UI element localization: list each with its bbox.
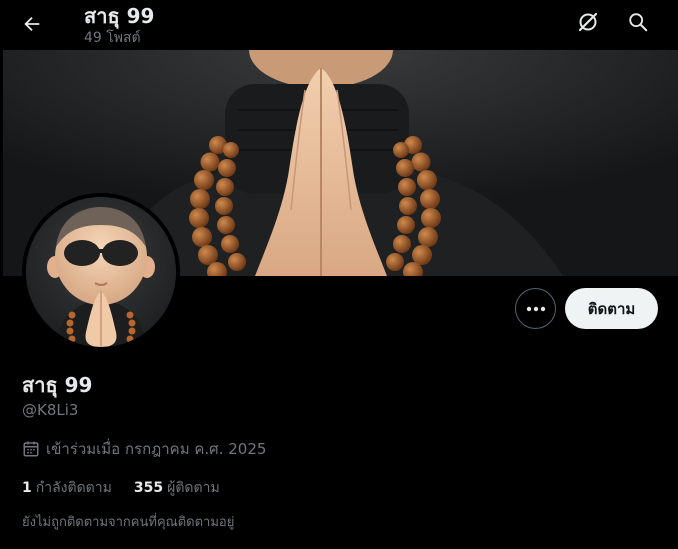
following-count: 1 xyxy=(22,480,32,496)
not-followed-note: ยังไม่ถูกติดตามจากคนที่คุณติดตามอยู่ xyxy=(22,515,235,530)
avatar-image xyxy=(26,197,176,347)
follow-stats: 1 กำลังติดตาม 355 ผู้ติดตาม xyxy=(22,477,242,499)
avatar[interactable] xyxy=(22,193,180,351)
post-count: 49 โพสต์ xyxy=(84,30,141,46)
grok-button[interactable] xyxy=(570,4,606,40)
top-bar: สาธุ 99 49 โพสต์ xyxy=(0,0,678,50)
more-dots-icon xyxy=(526,306,545,311)
following-label: กำลังติดตาม xyxy=(35,480,112,496)
followers-count: 355 xyxy=(133,480,164,496)
grok-icon xyxy=(578,12,598,32)
calendar-icon xyxy=(23,441,39,457)
joined-date: เข้าร่วมเมื่อ กรกฎาคม ค.ศ. 2025 xyxy=(22,437,266,461)
back-button[interactable] xyxy=(14,6,50,42)
more-button[interactable] xyxy=(515,288,556,329)
follow-button[interactable]: ติดตาม xyxy=(565,288,658,329)
search-icon xyxy=(629,13,648,32)
display-name: สาธุ 99 xyxy=(22,373,93,397)
followers-label: ผู้ติดตาม xyxy=(167,480,220,496)
user-handle: @K8Li3 xyxy=(22,401,79,419)
arrow-left-icon xyxy=(24,16,40,32)
search-button[interactable] xyxy=(620,4,656,40)
following-link[interactable]: 1 กำลังติดตาม xyxy=(22,477,112,499)
joined-text: เข้าร่วมเมื่อ กรกฎาคม ค.ศ. 2025 xyxy=(46,440,267,458)
followers-link[interactable]: 355 ผู้ติดตาม xyxy=(134,477,220,499)
